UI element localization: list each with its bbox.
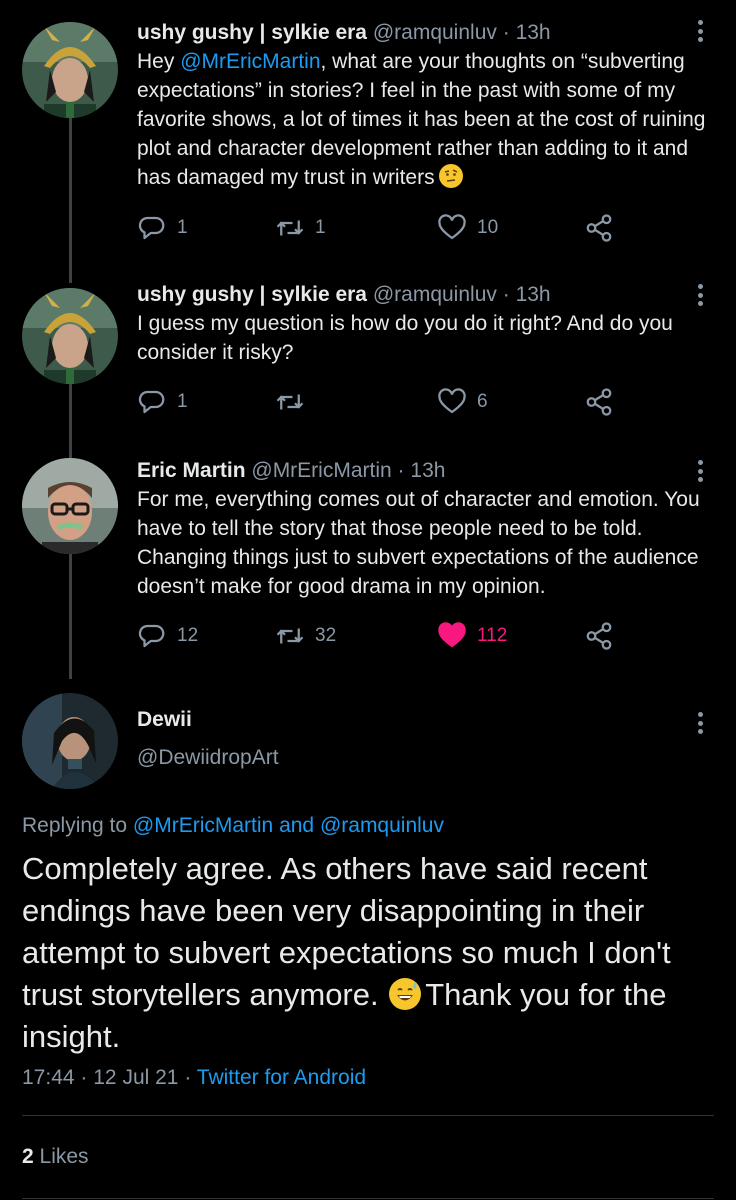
tweet-header: Eric Martin @MrEricMartin · 13h [137, 456, 712, 485]
tweet-time: 17:44 [22, 1066, 75, 1089]
tweet-text-part: Hey [137, 50, 181, 73]
tweet-meta: 17:44 · 12 Jul 21 · Twitter for Android [22, 1066, 366, 1090]
more-options-icon[interactable] [690, 280, 710, 310]
reply-count: 12 [177, 625, 199, 646]
tweet-date: 12 Jul 21 [93, 1066, 179, 1089]
avatar[interactable] [22, 22, 118, 118]
heart-filled-icon [438, 622, 466, 648]
reply-count: 1 [177, 217, 188, 238]
reply-button[interactable]: 12 [137, 620, 198, 652]
thread-tweet[interactable]: ushy gushy | sylkie era @ramquinluv · 13… [0, 270, 736, 440]
reply-icon [138, 624, 165, 648]
author-name[interactable]: Dewii [137, 708, 192, 732]
author-handle[interactable]: @MrEricMartin [251, 459, 391, 482]
retweet-count: 32 [315, 625, 337, 646]
divider [22, 1198, 714, 1199]
replying-and: and [273, 814, 320, 837]
author-handle[interactable]: @ramquinluv [373, 283, 497, 306]
tweet-source-link[interactable]: Twitter for Android [197, 1066, 366, 1089]
retweet-icon [276, 628, 304, 644]
heart-icon [438, 214, 466, 240]
share-button[interactable] [584, 212, 624, 244]
retweet-button[interactable]: 32 [275, 620, 336, 652]
like-count: 10 [477, 217, 499, 238]
retweet-button[interactable] [275, 386, 315, 418]
reply-count: 1 [177, 391, 188, 412]
heart-icon [438, 388, 466, 414]
face-with-raised-eyebrow-icon [438, 164, 463, 188]
more-options-icon[interactable] [690, 456, 710, 486]
share-button[interactable] [584, 620, 624, 652]
avatar[interactable] [22, 693, 118, 789]
more-options-icon[interactable] [690, 16, 710, 46]
reply-icon [138, 216, 165, 240]
avatar[interactable] [22, 458, 118, 554]
reply-button[interactable]: 1 [137, 212, 188, 244]
reply-icon [138, 390, 165, 414]
tweet-actions: 1 6 [137, 386, 617, 418]
separator-dot: · [80, 1066, 88, 1089]
separator-dot: · [397, 459, 405, 482]
author-handle[interactable]: @ramquinluv [373, 21, 497, 44]
tweet-text: Hey @MrEricMartin, what are your thought… [137, 47, 712, 192]
tweet-thread-screen: ushy gushy | sylkie era @ramquinluv · 13… [0, 0, 736, 1200]
author-name[interactable]: Eric Martin [137, 459, 246, 482]
share-button[interactable] [584, 386, 624, 418]
tweet-text: I guess my question is how do you do it … [137, 312, 673, 364]
timestamp[interactable]: 13h [410, 459, 445, 482]
avatar-image [22, 288, 118, 384]
like-button[interactable]: 112 [437, 620, 507, 652]
replying-to: Replying to @MrEricMartin and @ramquinlu… [22, 814, 444, 838]
likes-summary[interactable]: 2 Likes [22, 1145, 89, 1169]
author-name[interactable]: ushy gushy | sylkie era [137, 21, 367, 44]
tweet-text: Completely agree. As others have said re… [22, 848, 722, 1058]
like-button[interactable]: 6 [437, 386, 488, 418]
avatar-image [22, 458, 118, 554]
reply-button[interactable]: 1 [137, 386, 188, 418]
separator-dot: · [184, 1066, 192, 1089]
grinning-face-with-sweat-icon [389, 978, 422, 1010]
timestamp[interactable]: 13h [516, 21, 551, 44]
separator-dot: · [502, 21, 510, 44]
avatar-image [22, 693, 118, 789]
avatar-image [22, 22, 118, 118]
more-options-icon[interactable] [690, 708, 710, 738]
tweet-header: ushy gushy | sylkie era @ramquinluv · 13… [137, 18, 712, 47]
share-icon [586, 622, 612, 650]
divider [22, 1115, 714, 1116]
mention-link[interactable]: @MrEricMartin [133, 814, 273, 837]
tweet-actions: 1 1 10 [137, 212, 617, 244]
avatar[interactable] [22, 288, 118, 384]
mention-link[interactable]: @MrEricMartin [180, 50, 320, 73]
thread-tweet[interactable]: Eric Martin @MrEricMartin · 13h For me, … [0, 444, 736, 664]
timestamp[interactable]: 13h [516, 283, 551, 306]
thread-tweet[interactable]: ushy gushy | sylkie era @ramquinluv · 13… [0, 0, 736, 260]
author-name[interactable]: ushy gushy | sylkie era [137, 283, 367, 306]
likes-count: 2 [22, 1145, 34, 1168]
like-count: 112 [477, 625, 508, 646]
tweet-header: ushy gushy | sylkie era @ramquinluv · 13… [137, 280, 712, 309]
retweet-icon [276, 394, 304, 410]
likes-label: Likes [39, 1145, 89, 1168]
retweet-count: 1 [315, 217, 326, 238]
tweet-text: For me, everything comes out of characte… [137, 488, 700, 598]
retweet-icon [276, 220, 304, 236]
tweet-actions: 12 32 112 [137, 620, 617, 652]
separator-dot: · [502, 283, 510, 306]
like-count: 6 [477, 391, 488, 412]
retweet-button[interactable]: 1 [275, 212, 326, 244]
author-handle[interactable]: @DewiidropArt [137, 746, 279, 770]
like-button[interactable]: 10 [437, 212, 498, 244]
replying-prefix: Replying to [22, 814, 133, 837]
mention-link[interactable]: @ramquinluv [320, 814, 444, 837]
share-icon [586, 388, 612, 416]
share-icon [586, 214, 612, 242]
